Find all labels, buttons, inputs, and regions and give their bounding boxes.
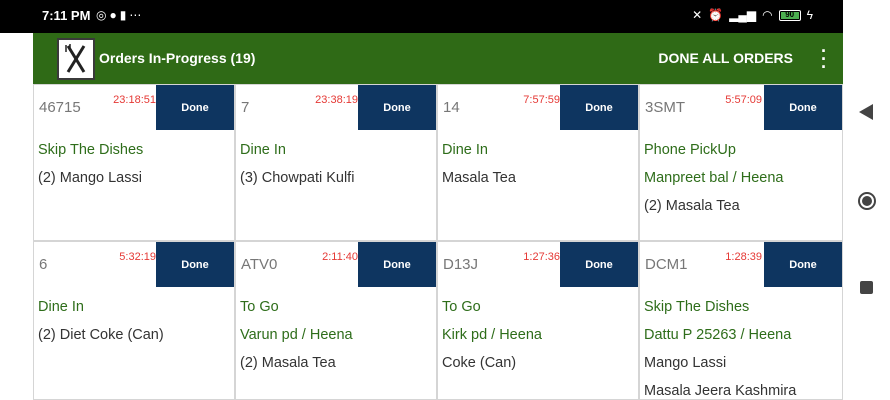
- order-number: 7: [241, 99, 250, 116]
- done-button[interactable]: Done: [156, 85, 234, 130]
- signal-icon: ▂▄▆: [729, 8, 757, 22]
- done-button[interactable]: Done: [764, 85, 842, 130]
- system-icons: ✕ ⏰ ▂▄▆ ◠ 90 ϟ: [692, 8, 813, 22]
- order-service-type: Phone PickUp: [644, 142, 736, 158]
- done-button[interactable]: Done: [156, 242, 234, 287]
- done-button[interactable]: Done: [358, 242, 436, 287]
- page-title: Orders In-Progress (19): [99, 50, 256, 66]
- nav-back-icon[interactable]: [857, 103, 875, 126]
- order-item: (2) Mango Lassi: [38, 170, 142, 186]
- order-item: (2) Diet Coke (Can): [38, 327, 164, 343]
- battery-percent: 90: [785, 9, 795, 19]
- order-service-type: Skip The Dishes: [644, 299, 750, 315]
- more-notifications-icon: ⋯: [129, 8, 145, 22]
- order-lines: To Go Kirk pd / Heena Coke (Can): [442, 293, 636, 377]
- wifi-icon: ◠: [762, 8, 773, 22]
- order-timer: 2:11:40: [322, 251, 358, 263]
- order-card[interactable]: 14 7:57:59 Done Dine In Masala Tea: [437, 84, 639, 241]
- order-service-type: Dine In: [442, 142, 488, 158]
- done-button[interactable]: Done: [560, 242, 638, 287]
- order-header: DCM1 1:28:39 Done: [640, 242, 842, 287]
- order-item: (2) Masala Tea: [644, 198, 740, 214]
- message-icon: ▮: [119, 8, 130, 22]
- order-lines: To Go Varun pd / Heena (2) Masala Tea: [240, 293, 434, 377]
- order-card[interactable]: D13J 1:27:36 Done To Go Kirk pd / Heena …: [437, 241, 639, 400]
- order-lines: Skip The Dishes Dattu P 25263 / Heena Ma…: [644, 293, 840, 399]
- order-service-type: To Go: [240, 299, 279, 315]
- order-card[interactable]: DCM1 1:28:39 Done Skip The Dishes Dattu …: [639, 241, 843, 400]
- order-customer: Kirk pd / Heena: [442, 327, 542, 343]
- nav-recents-icon[interactable]: [859, 280, 874, 300]
- done-button[interactable]: Done: [560, 85, 638, 130]
- orders-grid: 46715 23:18:51 Done Skip The Dishes (2) …: [33, 84, 843, 400]
- order-card[interactable]: 6 5:32:19 Done Dine In (2) Diet Coke (Ca…: [33, 241, 235, 400]
- order-header: 7 23:38:19 Done: [236, 85, 436, 130]
- order-service-type: Skip The Dishes: [38, 142, 144, 158]
- order-customer: Manpreet bal / Heena: [644, 170, 784, 186]
- order-number: DCM1: [645, 256, 688, 273]
- order-timer: 7:57:59: [523, 94, 560, 106]
- order-card[interactable]: 46715 23:18:51 Done Skip The Dishes (2) …: [33, 84, 235, 241]
- charging-icon: ϟ: [806, 8, 813, 22]
- order-number: ATV0: [241, 256, 278, 273]
- whatsapp-icon: ◎: [96, 8, 110, 22]
- mute-icon: ✕: [692, 8, 703, 22]
- overflow-menu-icon[interactable]: · · ·: [819, 42, 829, 76]
- order-lines: Dine In Masala Tea: [442, 136, 636, 192]
- order-timer: 5:32:19: [119, 251, 156, 263]
- order-lines: Skip The Dishes (2) Mango Lassi: [38, 136, 232, 192]
- order-header: 3SMT 5:57:09 Done: [640, 85, 842, 130]
- order-service-type: To Go: [442, 299, 481, 315]
- order-header: D13J 1:27:36 Done: [438, 242, 638, 287]
- order-card[interactable]: ATV0 2:11:40 Done To Go Varun pd / Heena…: [235, 241, 437, 400]
- order-item: (2) Masala Tea: [240, 355, 336, 371]
- nav-home-icon[interactable]: [857, 191, 877, 216]
- order-number: 3SMT: [645, 99, 686, 116]
- order-number: 46715: [39, 99, 81, 116]
- order-lines: Dine In (3) Chowpati Kulfi: [240, 136, 434, 192]
- order-header: 46715 23:18:51 Done: [34, 85, 234, 130]
- order-card[interactable]: 3SMT 5:57:09 Done Phone PickUp Manpreet …: [639, 84, 843, 241]
- order-lines: Phone PickUp Manpreet bal / Heena (2) Ma…: [644, 136, 840, 220]
- notification-icons: ◎●▮⋯: [96, 8, 144, 22]
- status-bar: 7:11 PM ◎●▮⋯ ✕ ⏰ ▂▄▆ ◠ 90 ϟ: [0, 0, 843, 33]
- order-number: 14: [443, 99, 460, 116]
- order-header: ATV0 2:11:40 Done: [236, 242, 436, 287]
- order-timer: 23:18:51: [113, 94, 156, 106]
- order-header: 14 7:57:59 Done: [438, 85, 638, 130]
- order-timer: 23:38:19: [315, 94, 358, 106]
- fork-knife-logo-icon: [57, 38, 95, 80]
- order-customer: Dattu P 25263 / Heena: [644, 327, 792, 343]
- order-number: 6: [39, 256, 48, 273]
- order-item: Masala Jeera Kashmira: [644, 383, 797, 399]
- order-timer: 1:27:36: [523, 251, 560, 263]
- order-service-type: Dine In: [38, 299, 84, 315]
- done-button[interactable]: Done: [764, 242, 842, 287]
- order-item: (3) Chowpati Kulfi: [240, 170, 355, 186]
- app-toolbar: Orders In-Progress (19) DONE ALL ORDERS …: [33, 33, 843, 84]
- status-time: 7:11 PM: [42, 8, 91, 23]
- done-all-orders-button[interactable]: DONE ALL ORDERS: [658, 50, 793, 66]
- done-button[interactable]: Done: [358, 85, 436, 130]
- order-timer: 5:57:09: [725, 94, 762, 106]
- order-header: 6 5:32:19 Done: [34, 242, 234, 287]
- order-number: D13J: [443, 256, 479, 273]
- order-customer: Varun pd / Heena: [240, 327, 353, 343]
- system-nav-bar: [843, 0, 890, 400]
- order-lines: Dine In (2) Diet Coke (Can): [38, 293, 232, 349]
- order-service-type: Dine In: [240, 142, 286, 158]
- battery-icon: 90: [778, 9, 801, 21]
- order-card[interactable]: 7 23:38:19 Done Dine In (3) Chowpati Kul…: [235, 84, 437, 241]
- order-item: Mango Lassi: [644, 355, 727, 371]
- chat-icon: ●: [109, 8, 120, 22]
- order-item: Coke (Can): [442, 355, 517, 371]
- order-timer: 1:28:39: [725, 251, 762, 263]
- order-item: Masala Tea: [442, 170, 516, 186]
- alarm-icon: ⏰: [708, 8, 724, 22]
